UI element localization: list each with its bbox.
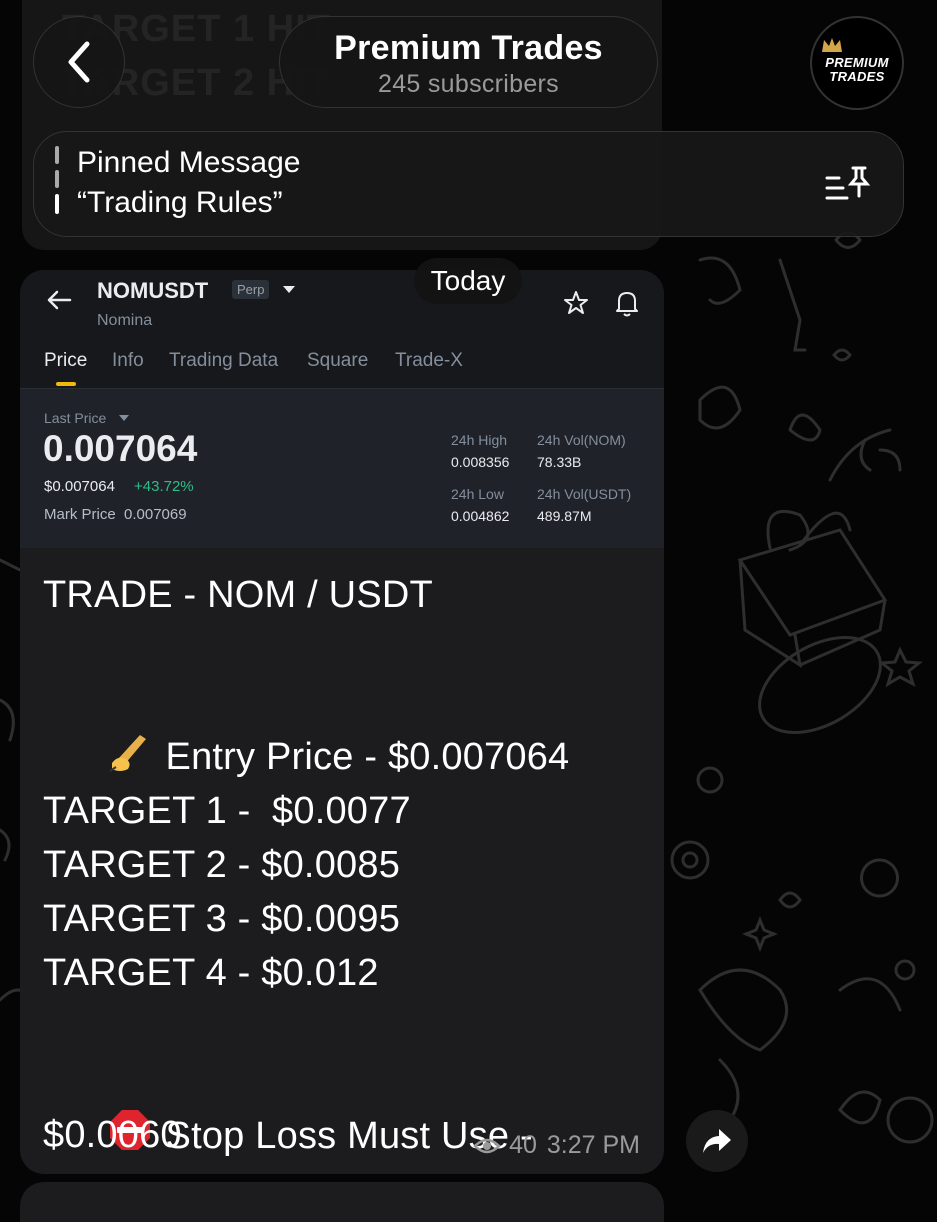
subscriber-count: 245 subscribers [378, 70, 559, 98]
channel-avatar[interactable]: PREMIUM TRADES [810, 16, 904, 110]
bell-icon [616, 292, 638, 317]
message-bubble[interactable]: NOMUSDT Perp Nomina Price Info Trading D… [20, 270, 664, 1174]
vol-usdt-value: 489.87M [537, 508, 592, 524]
dropdown-caret-icon [283, 286, 295, 293]
vol-nom-label: 24h Vol(NOM) [537, 432, 626, 448]
arrow-left-icon [47, 290, 72, 310]
pinned-text: “Trading Rules” [77, 186, 283, 219]
crown-icon [822, 38, 842, 52]
last-price-label: Last Price [44, 410, 107, 426]
active-tab-indicator [56, 382, 76, 386]
last-price-value: 0.007064 [43, 428, 198, 469]
target-1-line: TARGET 1 - $0.0077 [43, 790, 411, 832]
entry-price-line: Entry Price - $0.007064 [165, 736, 570, 778]
tab-square: Square [307, 350, 369, 371]
high-label: 24h High [451, 432, 508, 448]
tab-price: Price [44, 350, 88, 371]
star-icon [564, 291, 588, 314]
target-4-line: TARGET 4 - $0.012 [43, 952, 379, 994]
caret-down-icon [119, 415, 129, 421]
message-time: 3:27 PM [546, 1131, 640, 1159]
usd-price: $0.007064 [44, 478, 115, 495]
mark-price-label: Mark Price [44, 506, 116, 523]
tab-info: Info [112, 350, 144, 371]
vol-usdt-label: 24h Vol(USDT) [537, 486, 632, 502]
next-message-bubble [20, 1182, 664, 1222]
perp-tag: Perp [232, 280, 270, 299]
message-meta: 40 3:27 PM [473, 1131, 640, 1160]
price-change: +43.72% [134, 478, 194, 495]
chevron-left-icon [68, 41, 90, 83]
channel-name: Premium Trades [334, 29, 603, 67]
message-text: TRADE - NOM / USDT Entry Price - $0.0070… [43, 568, 653, 1162]
pin-list-icon[interactable] [825, 164, 871, 204]
tab-trading-data: Trading Data [169, 350, 279, 371]
view-count: 40 [509, 1131, 537, 1159]
writing-hand-icon [108, 735, 146, 772]
mark-price-value: 0.007069 [124, 506, 187, 523]
date-chip: Today [414, 258, 522, 304]
trade-line: TRADE - NOM / USDT [43, 574, 433, 616]
eye-icon [473, 1138, 501, 1153]
vol-nom-value: 78.33B [537, 454, 582, 470]
pinned-message-bar[interactable]: Pinned Message “Trading Rules” [33, 131, 904, 237]
high-value: 0.008356 [451, 454, 510, 470]
pair-name: Nomina [97, 312, 153, 329]
tab-trade-x: Trade-X [395, 350, 463, 371]
target-2-line: TARGET 2 - $0.0085 [43, 844, 401, 886]
avatar-logo-text: PREMIUM TRADES [825, 55, 889, 84]
share-arrow-icon [703, 1129, 731, 1153]
pair-symbol: NOMUSDT [97, 278, 209, 303]
pinned-title: Pinned Message [77, 146, 301, 179]
attached-screenshot[interactable]: NOMUSDT Perp Nomina Price Info Trading D… [20, 270, 664, 548]
low-label: 24h Low [451, 486, 504, 502]
back-button[interactable] [33, 16, 125, 108]
target-3-line: TARGET 3 - $0.0095 [43, 898, 401, 940]
pinned-indicator [55, 146, 59, 220]
channel-header[interactable]: Premium Trades 245 subscribers [279, 16, 658, 108]
low-value: 0.004862 [451, 508, 510, 524]
forward-button[interactable] [686, 1110, 748, 1172]
